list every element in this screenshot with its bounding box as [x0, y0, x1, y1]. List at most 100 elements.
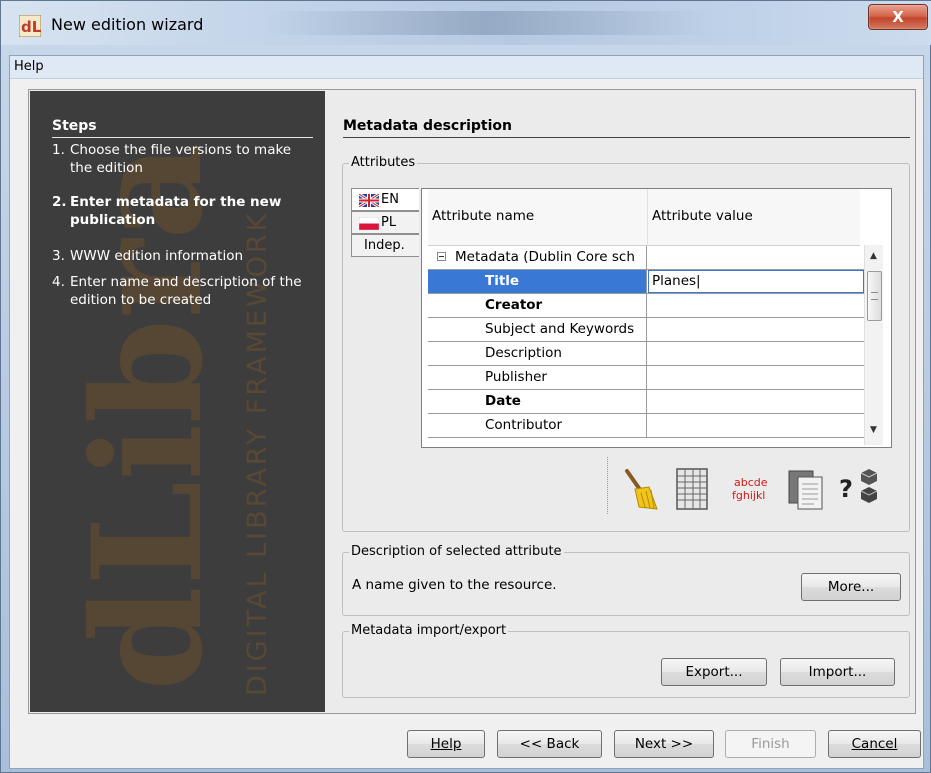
section-title: Metadata description — [343, 118, 512, 134]
metadata-panel: Metadata description Attributes EN PL In… — [326, 91, 914, 712]
import-button[interactable]: Import... — [780, 658, 895, 686]
attribute-name-cell[interactable]: Creator — [428, 294, 647, 317]
steps-divider — [52, 137, 313, 138]
attribute-name-cell[interactable]: Metadata (Dublin Core sch — [428, 246, 647, 269]
step-text: WWW edition information — [70, 248, 244, 264]
table-row[interactable]: Subject and Keywords — [428, 318, 864, 342]
step-item: 4. Enter name and description of the edit… — [52, 273, 312, 308]
attribute-name: Title — [485, 273, 520, 289]
table-row[interactable]: Metadata (Dublin Core sch — [428, 246, 864, 270]
tab-indep[interactable]: Indep. — [351, 234, 419, 257]
tab-pl-label: PL — [381, 215, 397, 230]
import-export-label: Metadata import/export — [349, 623, 509, 638]
collapse-icon[interactable] — [437, 252, 446, 261]
steps-panel: dLibra DIGITAL LIBRARY FRAMEWORK Steps 1… — [30, 91, 325, 712]
scroll-down-icon[interactable]: ▼ — [870, 425, 877, 435]
next-button[interactable]: Next >> — [614, 730, 714, 758]
cancel-button[interactable]: Cancel — [828, 730, 921, 758]
description-label: Description of selected attribute — [349, 544, 564, 559]
attribute-name: Date — [485, 393, 521, 409]
scroll-up-icon[interactable]: ▲ — [870, 251, 877, 261]
finish-button[interactable]: Finish — [725, 730, 816, 758]
table-row[interactable]: Creator — [428, 294, 864, 318]
section-divider — [343, 137, 910, 138]
app-icon: dL — [19, 15, 41, 37]
attribute-value-cell[interactable] — [648, 294, 867, 317]
attribute-name: Subject and Keywords — [485, 321, 635, 337]
close-icon: X — [892, 8, 904, 26]
tab-indep-label: Indep. — [364, 238, 405, 253]
column-separator — [647, 189, 648, 245]
steps-title: Steps — [52, 118, 97, 134]
attribute-value-cell[interactable] — [648, 318, 867, 341]
window-title: New edition wizard — [51, 15, 204, 34]
attribute-value-cell[interactable] — [648, 342, 867, 365]
attribute-name-cell[interactable]: Description — [428, 342, 647, 365]
attribute-description: A name given to the resource. — [352, 577, 557, 593]
attributes-group: Attributes EN PL Indep. Attribute name A… — [342, 155, 910, 532]
menu-help[interactable]: Help — [14, 59, 44, 74]
client-area: Help dLibra DIGITAL LIBRARY FRAMEWORK St… — [9, 55, 924, 769]
svg-text:fghijkl: fghijkl — [732, 489, 765, 502]
attribute-name: Publisher — [485, 369, 547, 385]
attribute-name-cell[interactable]: Date — [428, 390, 647, 413]
export-button[interactable]: Export... — [661, 658, 767, 686]
step-item: 2. Enter metadata for the new publication — [52, 193, 312, 228]
scroll-thumb[interactable] — [867, 271, 882, 321]
attribute-value-cell[interactable] — [648, 414, 867, 437]
attribute-name: Metadata (Dublin Core sch — [455, 249, 635, 265]
step-item: 1. Choose the file versions to make the e… — [52, 141, 312, 176]
step-text: Choose the file versions to make the edi… — [70, 142, 292, 176]
svg-text:?: ? — [839, 475, 853, 503]
menu-bar: Help — [10, 56, 923, 79]
help-cubes-icon[interactable]: ? — [837, 467, 881, 511]
step-text: Enter name and description of the editio… — [70, 274, 302, 308]
wizard-window: dL New edition wizard X Help dLibra DIGI… — [0, 0, 931, 773]
title-bar[interactable]: dL New edition wizard X — [1, 1, 931, 45]
description-group: Description of selected attribute A name… — [342, 544, 910, 616]
column-header-name[interactable]: Attribute name — [432, 208, 534, 224]
table-row[interactable]: Title Planes| — [428, 270, 864, 294]
help-button[interactable]: Help — [407, 730, 485, 758]
attribute-value-cell[interactable] — [648, 390, 867, 413]
table-row[interactable]: Contributor — [428, 414, 864, 438]
finish-button-label: Finish — [751, 736, 790, 752]
attributes-label: Attributes — [349, 155, 418, 170]
broom-icon[interactable] — [619, 467, 659, 511]
attribute-name-cell[interactable]: Title — [428, 270, 647, 293]
import-export-group: Metadata import/export Export... Import.… — [342, 623, 910, 698]
attribute-name-cell[interactable]: Contributor — [428, 414, 647, 437]
svg-text:dL: dL — [21, 18, 41, 36]
step-item: 3. WWW edition information — [52, 247, 312, 265]
font-sample-icon[interactable]: abcde fghijkl — [728, 467, 782, 511]
toolbar-separator — [607, 457, 609, 514]
back-button[interactable]: << Back — [497, 730, 602, 758]
column-header-value[interactable]: Attribute value — [652, 208, 753, 224]
table-row[interactable]: Date — [428, 390, 864, 414]
documents-icon[interactable] — [787, 467, 827, 511]
wizard-content: dLibra DIGITAL LIBRARY FRAMEWORK Steps 1… — [28, 89, 916, 714]
step-number: 3. — [52, 248, 65, 264]
step-text: Enter metadata for the new publication — [70, 194, 282, 228]
table-icon[interactable] — [675, 467, 709, 511]
step-number: 1. — [52, 142, 65, 158]
next-button-label: Next >> — [634, 736, 694, 752]
back-button-label: << Back — [519, 736, 580, 752]
more-button[interactable]: More... — [801, 573, 901, 601]
help-button-label: Help — [430, 736, 462, 752]
tab-pl[interactable]: PL — [351, 211, 419, 234]
table-row[interactable]: Publisher — [428, 366, 864, 390]
attribute-value-cell[interactable] — [648, 366, 867, 389]
attribute-name-cell[interactable]: Publisher — [428, 366, 647, 389]
attribute-name-cell[interactable]: Subject and Keywords — [428, 318, 647, 341]
step-number: 4. — [52, 274, 65, 290]
close-button[interactable]: X — [868, 4, 928, 30]
table-scrollbar[interactable]: ▲ ▼ — [864, 245, 883, 445]
attribute-value-cell[interactable]: Planes| — [648, 270, 864, 293]
tab-en[interactable]: EN — [351, 188, 419, 211]
step-number: 2. — [52, 194, 67, 210]
attribute-value-cell[interactable] — [648, 246, 867, 269]
attribute-name: Creator — [485, 297, 543, 313]
table-row[interactable]: Description — [428, 342, 864, 366]
attribute-name: Contributor — [485, 417, 563, 433]
